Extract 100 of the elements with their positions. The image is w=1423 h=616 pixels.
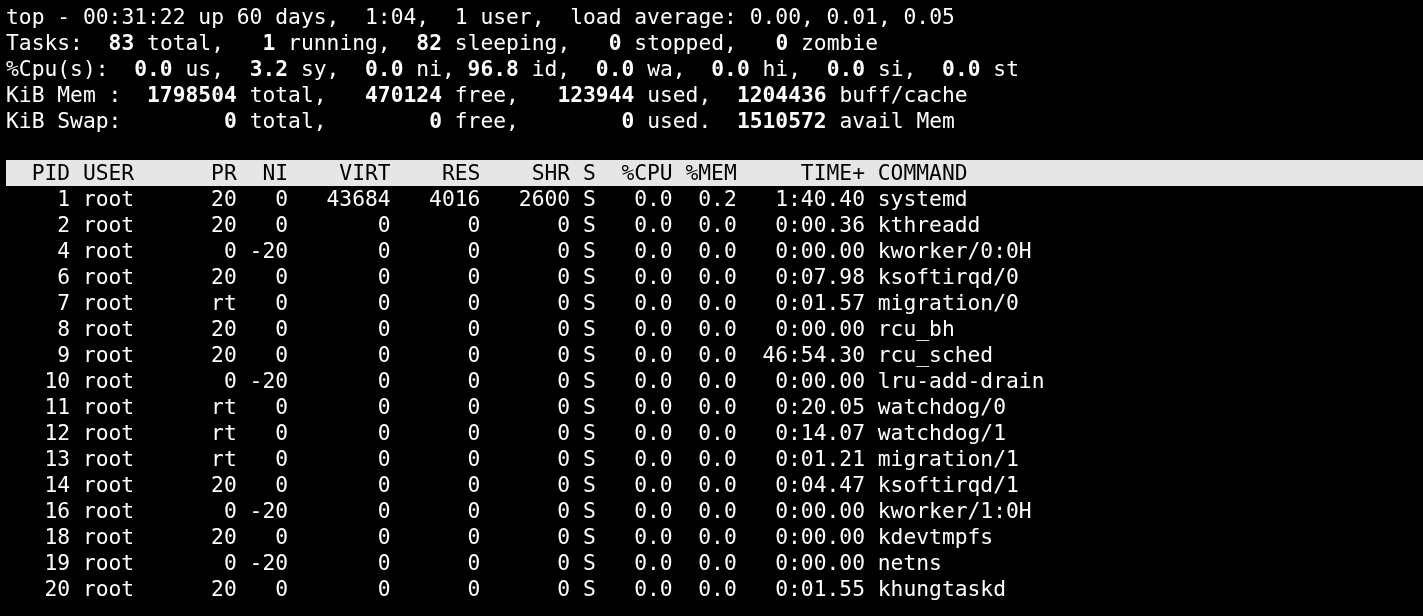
table-cell-text: 0	[274, 576, 289, 602]
column-header: NI	[261, 160, 289, 186]
table-cell-text: 0	[274, 524, 289, 550]
table-cell-text: 0	[376, 290, 391, 316]
summary-line: %Cpu(s): 0.0 us, 3.2 sy, 0.0 ni, 96.8 id, 0.0 wa, 0.0 hi, 0.0 si, 0.0 st	[6, 56, 1020, 82]
table-cell-text: 0.0	[633, 238, 673, 264]
table-cell-text: 0	[556, 524, 571, 550]
table-cell-text: 0	[556, 342, 571, 368]
table-cell-text: root	[81, 576, 136, 602]
table-cell-text: 0	[466, 498, 481, 524]
table-cell-text: 0	[274, 394, 289, 420]
table-cell-text: 0	[556, 472, 571, 498]
table-cell-text: 43684	[325, 186, 391, 212]
table-cell-text: 0.0	[697, 420, 737, 446]
table-cell-text: 2	[56, 212, 71, 238]
table-cell-text: root	[81, 186, 136, 212]
table-cell-text: 0	[274, 212, 289, 238]
table-cell-text: S	[581, 524, 596, 550]
column-header: %MEM	[684, 160, 737, 186]
table-cell-text: kthreadd	[876, 212, 981, 238]
table-cell-text: 1:40.40	[774, 186, 865, 212]
table-cell-text: root	[81, 420, 136, 446]
column-header: %CPU	[620, 160, 673, 186]
table-cell-text: 0:00.36	[774, 212, 865, 238]
table-cell-text: netns	[876, 550, 942, 576]
column-header: TIME+	[799, 160, 865, 186]
table-cell-text: 0	[556, 238, 571, 264]
table-cell-text: 0	[274, 316, 289, 342]
table-cell-text: 0:20.05	[774, 394, 865, 420]
table-cell-text: 0.2	[697, 186, 737, 212]
table-cell-text: 18	[43, 524, 71, 550]
column-header: USER	[81, 160, 136, 186]
table-cell-text: ksoftirqd/1	[876, 472, 1019, 498]
table-cell-text: 0	[376, 524, 391, 550]
table-cell-text: 11	[43, 394, 71, 420]
table-cell-text: 0.0	[633, 420, 673, 446]
table-cell-text: S	[581, 264, 596, 290]
table-cell-text: 0	[376, 420, 391, 446]
table-cell-text: 0.0	[697, 524, 737, 550]
table-cell-text: rt	[210, 290, 237, 316]
table-cell-text: 0.0	[633, 290, 673, 316]
table-cell-text: 0	[466, 472, 481, 498]
table-cell-text: 2600	[517, 186, 571, 212]
table-cell-text: 0	[466, 368, 481, 394]
table-cell-text: 0	[274, 446, 289, 472]
table-cell-text: 0	[556, 576, 571, 602]
table-cell-text: 0:01.57	[774, 290, 865, 316]
table-cell-text: 46:54.30	[761, 342, 865, 368]
column-header: COMMAND	[876, 160, 968, 186]
table-cell-text: 0	[556, 498, 571, 524]
summary-line: KiB Mem : 1798504 total, 470124 free, 123944 used, 1204436 buff/cache	[6, 82, 969, 108]
table-cell-text: kworker/0:0H	[876, 238, 1032, 264]
table-cell-text: 4	[56, 238, 71, 264]
table-cell-text: 9	[56, 342, 71, 368]
table-cell-text: 0	[556, 316, 571, 342]
table-cell-text: rt	[210, 420, 237, 446]
table-cell-text: S	[581, 472, 596, 498]
table-cell-text: 0	[376, 316, 391, 342]
table-cell-text: 0.0	[633, 394, 673, 420]
table-cell-text: S	[581, 446, 596, 472]
table-cell-text: 0	[376, 368, 391, 394]
table-cell-text: 0.0	[697, 264, 737, 290]
table-cell-text: 0	[376, 550, 391, 576]
table-cell-text: 0:00.00	[774, 498, 865, 524]
table-cell-text: root	[81, 498, 136, 524]
table-cell-text: S	[581, 290, 596, 316]
table-cell-text: 0	[556, 394, 571, 420]
table-cell-text: 0.0	[633, 212, 673, 238]
table-cell-text: migration/1	[876, 446, 1019, 472]
table-cell-text: 20	[210, 316, 237, 342]
summary-line: Tasks: 83 total, 1 running, 82 sleeping, 0 stopped, 0 zombie	[6, 30, 879, 56]
table-cell-text: root	[81, 394, 136, 420]
table-cell-text: 16	[43, 498, 71, 524]
table-cell-text: 0	[556, 264, 571, 290]
table-cell-text: 0	[274, 186, 289, 212]
table-cell-text: 8	[56, 316, 71, 342]
table-cell-text: 0	[376, 264, 391, 290]
table-cell-text: 0.0	[697, 576, 737, 602]
column-header: S	[581, 160, 596, 186]
table-cell-text: S	[581, 342, 596, 368]
table-cell-text: 0	[376, 394, 391, 420]
table-cell-text: 0	[376, 472, 391, 498]
table-cell-text: 0	[466, 576, 481, 602]
table-cell-text: 0	[556, 368, 571, 394]
table-cell-text: 0.0	[633, 498, 673, 524]
table-cell-text: 0	[222, 238, 237, 264]
table-cell-text: root	[81, 316, 136, 342]
table-cell-text: 20	[210, 576, 237, 602]
table-cell-text: 0	[222, 550, 237, 576]
table-cell-text: S	[581, 368, 596, 394]
table-cell-text: root	[81, 524, 136, 550]
table-cell-text: 0.0	[633, 446, 673, 472]
table-cell-text: root	[81, 550, 136, 576]
table-cell-text: 0.0	[633, 264, 673, 290]
table-cell-text: 0.0	[697, 472, 737, 498]
table-cell-text: 0.0	[633, 550, 673, 576]
table-cell-text: khungtaskd	[876, 576, 1006, 602]
table-cell-text: 0	[466, 238, 481, 264]
table-cell-text: 12	[43, 420, 71, 446]
table-cell-text: 0:00.00	[774, 238, 865, 264]
